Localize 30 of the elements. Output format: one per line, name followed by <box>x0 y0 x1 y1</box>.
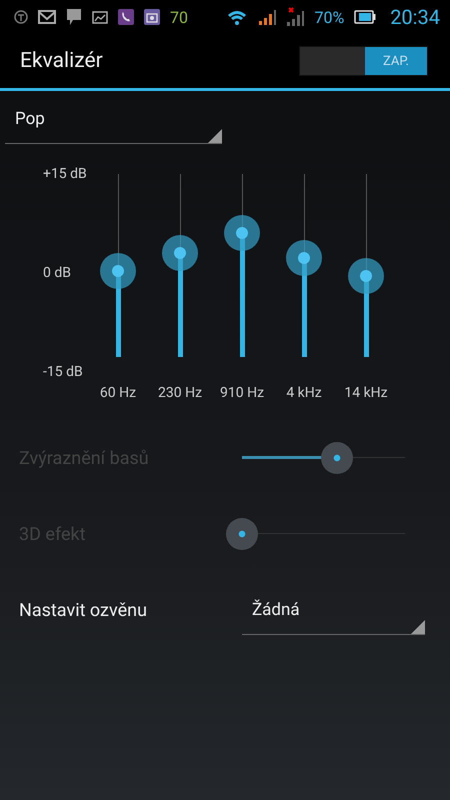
reverb-label: Nastavit ozvěnu <box>19 599 148 621</box>
clock: 20:34 <box>390 5 440 29</box>
band-slider-thumb[interactable] <box>224 214 260 251</box>
frequency-label: 14 kHz <box>344 385 388 401</box>
mail-icon <box>38 10 56 24</box>
camera-icon <box>144 9 160 25</box>
band-slider-thumb[interactable] <box>100 253 136 289</box>
counter-text: 70 <box>170 8 188 26</box>
scale-label: +15 dB <box>43 166 88 182</box>
phone-icon <box>118 9 134 25</box>
band-slider-thumb[interactable] <box>286 240 322 276</box>
no-signal-icon <box>286 7 304 27</box>
band-slider-thumb[interactable] <box>162 234 198 271</box>
battery-percent: 70% <box>314 8 344 26</box>
frequency-label: 910 Hz <box>220 385 264 401</box>
scale-label: -15 dB <box>43 364 84 380</box>
wifi-icon <box>226 9 248 25</box>
frequency-label: 60 Hz <box>100 385 136 401</box>
frequency-label: 230 Hz <box>158 385 202 401</box>
frequency-label: 4 kHz <box>286 385 322 401</box>
screen-title: Ekvalizér <box>20 49 104 73</box>
notification-icon <box>14 10 28 24</box>
scale-label: 0 dB <box>43 265 72 281</box>
preset-dropdown[interactable]: Pop <box>5 109 222 144</box>
battery-icon <box>354 10 376 24</box>
reverb-dropdown[interactable]: Žádná <box>242 590 425 635</box>
signal-icon <box>258 8 276 26</box>
chat-bubble-icon <box>66 8 82 26</box>
image-icon <box>92 10 108 24</box>
band-slider-thumb[interactable] <box>348 258 384 294</box>
